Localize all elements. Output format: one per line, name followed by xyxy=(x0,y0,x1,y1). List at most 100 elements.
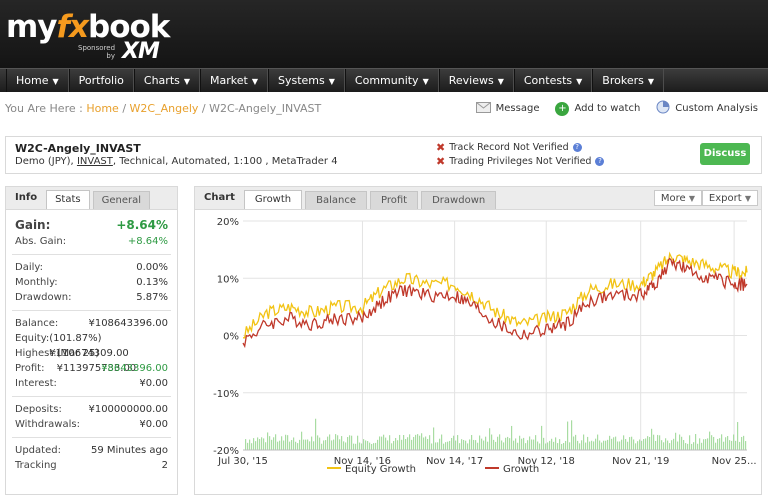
breadcrumb-home-link[interactable]: Home xyxy=(86,102,118,115)
nav-item-contests[interactable]: Contests ▼ xyxy=(513,69,593,92)
volume-bar xyxy=(487,441,489,450)
stat-row: Monthly: 0.13% xyxy=(6,275,177,290)
volume-bar xyxy=(253,438,255,450)
volume-bar xyxy=(473,439,475,450)
broker-link[interactable]: INVAST xyxy=(77,156,113,167)
nav-item-reviews[interactable]: Reviews ▼ xyxy=(438,69,514,92)
tab-growth[interactable]: Growth xyxy=(243,190,303,209)
sponsored-by-text: Sponsored by xyxy=(78,44,116,60)
add-to-watch-button[interactable]: + Add to watch xyxy=(555,100,640,117)
divider xyxy=(12,437,171,438)
volume-bar xyxy=(671,440,673,450)
breadcrumb-parent-link[interactable]: W2C_Angely xyxy=(130,102,199,115)
volume-bar xyxy=(739,441,741,450)
x-tick-label: Nov 25... xyxy=(712,456,757,467)
chevron-down-icon: ▼ xyxy=(744,194,751,203)
volume-bar xyxy=(365,440,367,450)
volume-bar xyxy=(247,442,249,450)
sponsor-logo[interactable]: XM xyxy=(122,39,160,64)
cross-icon: ✖ xyxy=(436,140,446,154)
export-dropdown[interactable]: Export ▼ xyxy=(701,190,758,206)
stat-value: ¥0.00 xyxy=(139,419,168,430)
nav-item-community[interactable]: Community ▼ xyxy=(344,69,439,92)
stat-row: Tracking 2 xyxy=(6,458,177,473)
abs-gain-label: Abs. Gain: xyxy=(15,236,67,247)
tab-balance[interactable]: Balance xyxy=(305,191,368,209)
volume-bar xyxy=(527,440,529,450)
volume-bar xyxy=(539,443,541,450)
stat-label: Tracking xyxy=(15,460,57,471)
message-button[interactable]: Message xyxy=(475,100,539,117)
volume-bar xyxy=(275,434,277,450)
volume-bar xyxy=(359,442,361,450)
volume-bar xyxy=(533,439,535,450)
volume-bar xyxy=(663,442,665,450)
y-tick-label: -10% xyxy=(213,389,239,400)
volume-bar xyxy=(439,438,441,450)
volume-bar xyxy=(341,436,343,450)
volume-bar xyxy=(333,439,335,450)
tab-drawdown[interactable]: Drawdown xyxy=(421,191,497,209)
system-description: Demo (JPY), INVAST, Technical, Automated… xyxy=(15,156,338,167)
volume-bar xyxy=(507,436,509,450)
volume-bar xyxy=(425,436,427,450)
stat-row: Deposits: ¥100000000.00 xyxy=(6,402,177,417)
stat-value: ¥100000000.00 xyxy=(88,404,168,415)
volume-bar xyxy=(399,434,401,450)
help-icon[interactable]: ? xyxy=(595,156,605,166)
info-panel: Info Stats General Gain: +8.64% Abs. Gai… xyxy=(5,186,178,495)
volume-bar xyxy=(421,433,423,450)
volume-bar xyxy=(731,440,733,450)
volume-bar xyxy=(295,441,297,450)
stat-value: ¥108643396.00 xyxy=(88,318,168,329)
volume-bar xyxy=(621,439,623,450)
help-icon[interactable]: ? xyxy=(572,142,582,152)
volume-bar xyxy=(405,439,407,450)
nav-item-home[interactable]: Home ▼ xyxy=(6,69,69,92)
volume-bar xyxy=(397,440,399,450)
tab-general[interactable]: General xyxy=(92,191,151,209)
stat-label: Equity: xyxy=(15,333,50,344)
volume-bar xyxy=(571,420,573,450)
more-dropdown[interactable]: More ▼ xyxy=(653,190,702,206)
volume-bar xyxy=(613,437,615,450)
chevron-down-icon: ▼ xyxy=(647,77,654,86)
site-header: myfxbook Sponsored by XM xyxy=(0,0,768,68)
divider xyxy=(12,310,171,311)
volume-bar xyxy=(329,434,331,450)
tab-stats[interactable]: Stats xyxy=(46,190,90,209)
volume-bar xyxy=(283,440,285,450)
nav-item-market[interactable]: Market ▼ xyxy=(200,69,268,92)
volume-bar xyxy=(515,438,517,450)
volume-bar xyxy=(591,440,593,450)
volume-bar xyxy=(357,435,359,450)
export-label: Export xyxy=(708,193,742,204)
discuss-button[interactable]: Discuss xyxy=(700,143,750,165)
abs-gain-value: +8.64% xyxy=(127,236,168,247)
legend-label: Equity Growth xyxy=(345,464,416,475)
volume-bar xyxy=(541,425,543,450)
nav-item-systems[interactable]: Systems ▼ xyxy=(268,69,345,92)
tab-profit[interactable]: Profit xyxy=(370,191,419,209)
volume-bar xyxy=(741,436,743,450)
growth-chart[interactable]: 20%10%0%-10%-20%Jul 30, '15 Nov 14, '16 No… xyxy=(195,211,761,495)
volume-bar xyxy=(677,441,679,450)
nav-item-label: Brokers xyxy=(602,74,644,87)
volume-bar xyxy=(595,438,597,450)
nav-item-brokers[interactable]: Brokers ▼ xyxy=(592,69,664,92)
nav-item-portfolio[interactable]: Portfolio xyxy=(68,69,134,92)
volume-bar xyxy=(587,436,589,450)
volume-bar xyxy=(437,442,439,450)
volume-bar xyxy=(499,434,501,450)
stat-label: Interest: xyxy=(15,378,57,389)
volume-bar xyxy=(291,439,293,450)
nav-item-charts[interactable]: Charts ▼ xyxy=(133,69,201,92)
volume-bar xyxy=(355,443,357,450)
nav-item-label: Charts xyxy=(143,74,180,87)
volume-bar xyxy=(263,438,265,450)
volume-bar xyxy=(697,443,699,450)
custom-analysis-button[interactable]: Custom Analysis xyxy=(656,100,758,117)
volume-bar xyxy=(521,438,523,450)
volume-bar xyxy=(373,443,375,450)
volume-bar xyxy=(495,441,497,450)
